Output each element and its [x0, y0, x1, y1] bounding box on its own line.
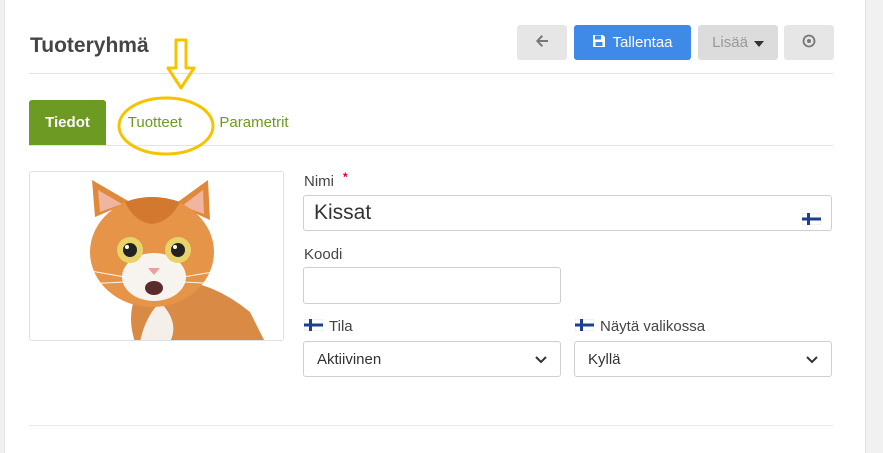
product-group-image[interactable]	[29, 171, 284, 341]
tab-tiedot[interactable]: Tiedot	[29, 100, 106, 145]
status-label-text: Tila	[329, 318, 353, 335]
options-button[interactable]	[784, 25, 834, 60]
annotation-ellipse	[116, 95, 216, 162]
show-in-menu-select-value: Kyllä	[588, 350, 621, 368]
tab-parametrit[interactable]: Parametrit	[209, 100, 299, 145]
caret-down-icon	[753, 34, 764, 51]
more-button-label: Lisää	[712, 34, 748, 51]
status-label: Tila	[303, 318, 353, 335]
code-input[interactable]	[303, 267, 561, 304]
finland-flag-icon	[303, 318, 324, 335]
page-title: Tuoteryhmä	[30, 34, 149, 57]
floppy-disk-icon	[592, 34, 606, 52]
name-label-text: Nimi	[304, 173, 334, 190]
show-in-menu-label-text: Näytä valikossa	[600, 318, 706, 335]
save-button[interactable]: Tallentaa	[574, 25, 691, 60]
annotation-arrow-icon	[166, 38, 196, 95]
footer-divider	[29, 425, 833, 426]
show-in-menu-label: Näytä valikossa	[574, 318, 706, 335]
code-label-text: Koodi	[304, 246, 343, 263]
code-label: Koodi	[304, 246, 342, 263]
required-marker: *	[343, 169, 348, 184]
finland-flag-icon	[801, 207, 822, 231]
more-dropdown-button[interactable]: Lisää	[698, 25, 778, 60]
back-button[interactable]	[517, 25, 567, 60]
name-input-value: Kissat	[314, 201, 372, 224]
status-select[interactable]: Aktiivinen	[303, 341, 561, 377]
cat-image	[30, 172, 283, 340]
save-button-label: Tallentaa	[612, 34, 673, 51]
arrow-left-icon	[535, 34, 549, 52]
chevron-down-icon	[806, 351, 818, 368]
status-select-value: Aktiivinen	[317, 350, 382, 368]
name-input[interactable]: Kissat	[303, 195, 832, 231]
show-in-menu-select[interactable]: Kyllä	[574, 341, 832, 377]
finland-flag-icon	[574, 318, 595, 335]
name-label: Nimi *	[304, 169, 348, 191]
circle-dot-icon	[802, 34, 816, 52]
chevron-down-icon	[535, 351, 547, 368]
header-divider	[29, 73, 833, 74]
